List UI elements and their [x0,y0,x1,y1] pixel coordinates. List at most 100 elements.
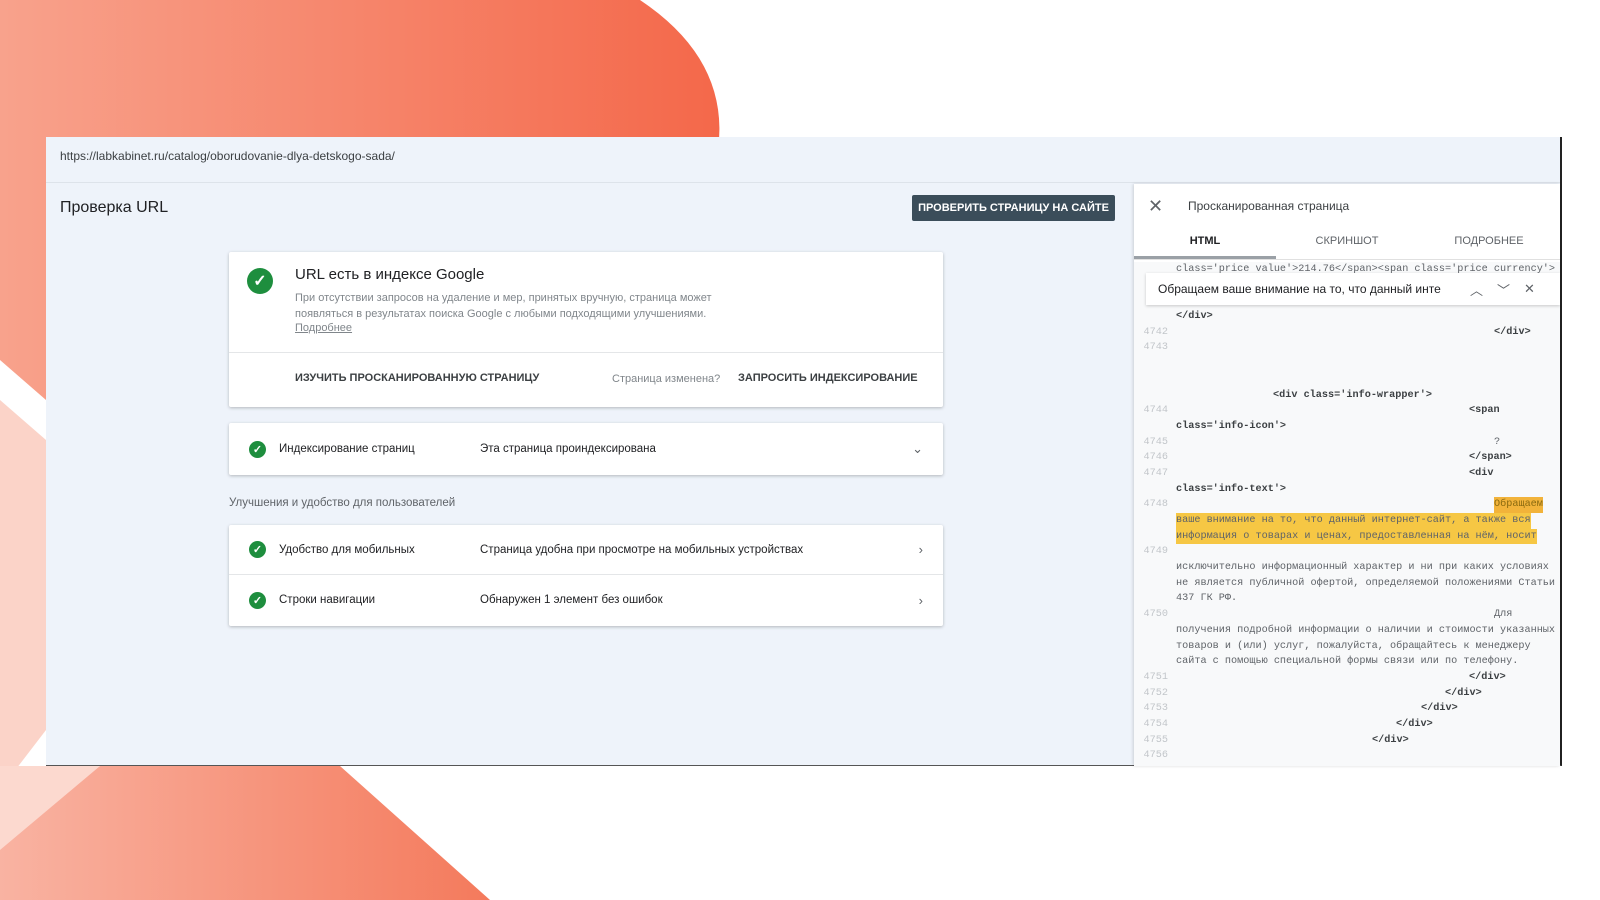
code-line: 4748 Обращаем [1134,497,1560,514]
row-value: Обнаружен 1 элемент без ошибок [480,594,663,606]
indexing-row[interactable]: ✓ Индексирование страниц Эта страница пр… [229,423,943,475]
code-text: Обращаем [1494,497,1543,514]
line-number: 4755 [1143,734,1168,746]
code-line: 4753 </div> [1134,701,1560,717]
code-text: </div> [1469,671,1506,683]
code-line: 4746 </span> [1134,450,1560,466]
learn-more-link[interactable]: Подробнее [295,322,352,334]
code-text: </div> [1176,311,1213,323]
close-icon[interactable]: ✕ [1148,196,1163,217]
test-live-url-button[interactable]: ПРОВЕРИТЬ СТРАНИЦУ НА САЙТЕ [912,195,1115,221]
code-text: </div> [1372,734,1409,746]
index-status-card: ✓ URL есть в индексе Google При отсутств… [229,252,943,407]
code-line: 4749 [1134,544,1560,560]
tab-html[interactable]: HTML [1134,224,1276,259]
code-text: <div class='info-wrapper'> [1273,389,1432,401]
find-bar: ︿ ﹀ ✕ [1146,273,1560,305]
enhancement-row-breadcrumbs[interactable]: ✓ Строки навигации Обнаружен 1 элемент б… [229,575,943,625]
html-code-view[interactable]: class='price value'>214.76</span><span c… [1134,262,1560,766]
code-text: ваше внимание на то, что данный интернет… [1176,513,1531,529]
code-text: </div> [1396,718,1433,730]
enhancements-card: ✓ Удобство для мобильных Страница удобна… [229,525,943,626]
view-crawled-page-button[interactable]: ИЗУЧИТЬ ПРОСКАНИРОВАННУЮ СТРАНИЦУ [295,372,539,384]
row-value: Страница удобна при просмотре на мобильн… [480,543,804,556]
code-line: сайта с помощью специальной формы связи … [1134,654,1560,670]
line-number: 4753 [1143,703,1168,715]
code-text: class='info-icon'> [1176,420,1287,432]
code-line: товаров и (или) услуг, пожалуйста, обращ… [1134,639,1560,655]
code-line: 4755 </div> [1134,733,1560,749]
chevron-down-icon[interactable]: ﹀ [1497,280,1510,299]
check-circle-icon: ✓ [249,591,266,609]
request-indexing-button[interactable]: ЗАПРОСИТЬ ИНДЕКСИРОВАНИЕ [738,372,918,384]
code-line: 4751 </div> [1134,670,1560,686]
panel-title: Просканированная страница [1188,199,1350,213]
row-label: Удобство для мобильных [279,543,415,556]
close-icon[interactable]: ✕ [1524,281,1535,297]
code-text: не является публичной офертой, определяе… [1176,577,1556,589]
code-text: информация о товарах и ценах, предоставл… [1176,528,1537,545]
code-text: class='info-text'> [1176,483,1287,495]
code-line: 4744 <span [1134,403,1560,419]
code-text: </div> [1421,703,1458,715]
row-label: Строки навигации [279,594,376,606]
code-line: 4754 </div> [1134,717,1560,733]
index-status-description: При отсутствии запросов на удаление и ме… [295,292,712,320]
code-line: 4745? [1134,435,1560,451]
code-text: </div> [1445,687,1482,699]
page-title: Проверка URL [60,199,169,216]
code-text: ? [1494,436,1501,448]
code-text: <span [1469,405,1500,417]
code-line: получения подробной информации о наличии… [1134,623,1560,639]
chevron-right-icon[interactable]: › [919,542,923,557]
code-text: получения подробной информации о наличии… [1176,624,1556,636]
code-line: информация о товарах и ценах, предоставл… [1134,528,1560,545]
row-value: Эта страница проиндексирована [480,443,656,455]
code-line: ваше внимание на то, что данный интернет… [1134,513,1560,529]
line-number: 4749 [1143,546,1168,558]
code-text: товаров и (или) услуг, пожалуйста, обращ… [1176,640,1531,652]
chevron-down-icon[interactable]: ⌄ [912,441,923,457]
enhancement-row-mobile[interactable]: ✓ Удобство для мобильных Страница удобна… [229,525,943,575]
find-input[interactable] [1158,282,1456,296]
code-line: 4756 [1134,748,1560,764]
line-number: 4742 [1143,326,1168,338]
code-line: 4742 </div> [1134,325,1560,341]
code-text: <div [1469,467,1494,479]
code-line: 4752 </div> [1134,686,1560,702]
search-console-window: https://labkabinet.ru/catalog/oborudovan… [46,137,1562,766]
line-number: 4752 [1143,687,1168,699]
code-text: исключительно информационный характер и … [1176,562,1549,574]
code-text: </div> [1494,326,1531,338]
code-line: 4750 Для [1134,607,1560,623]
code-line: class='info-text'> [1134,482,1560,498]
code-line: <div class='info-wrapper'> [1134,388,1560,404]
code-text: </span> [1469,452,1512,464]
line-number: 4743 [1143,342,1168,354]
tab-more-info[interactable]: ПОДРОБНЕЕ [1418,224,1560,259]
code-line: 4747 <div [1134,466,1560,482]
line-number: 4748 [1143,499,1168,511]
chevron-right-icon[interactable]: › [919,593,923,608]
code-line: исключительно информационный характер и … [1134,560,1560,576]
panel-tabs: HTML СКРИНШОТ ПОДРОБНЕЕ [1134,224,1560,260]
line-number: 4747 [1143,467,1168,479]
code-text: Для [1494,609,1513,621]
row-label: Индексирование страниц [279,443,415,455]
chevron-up-icon[interactable]: ︿ [1470,280,1483,299]
code-text: сайта с помощью специальной формы связи … [1176,656,1519,668]
code-line: не является публичной офертой, определяе… [1134,576,1560,592]
code-line: class='info-icon'> [1134,419,1560,435]
index-status-title: URL есть в индексе Google [295,266,485,283]
line-number: 4745 [1143,436,1168,448]
inspected-url[interactable]: https://labkabinet.ru/catalog/oborudovan… [46,137,1560,183]
enhancements-heading: Улучшения и удобство для пользователей [229,497,456,509]
line-number: 4750 [1143,609,1168,621]
line-number: 4751 [1143,671,1168,683]
code-line: 4743 [1134,340,1560,356]
divider [229,352,943,353]
tab-screenshot[interactable]: СКРИНШОТ [1276,224,1418,259]
code-line: 437 ГК РФ. [1134,591,1560,607]
